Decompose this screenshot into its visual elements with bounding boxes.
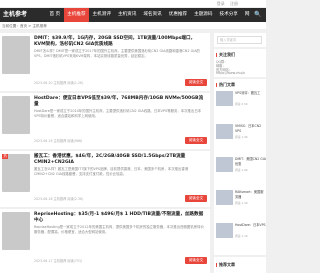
post-item: HostDare：便宜日本VPS低至$39/年，768MB内存/10GB NVM…	[0, 93, 210, 149]
read-more-button[interactable]: 阅读全文	[185, 195, 207, 202]
hot-article-meta: 阅读 1.9K	[235, 135, 248, 139]
post-excerpt: 搬瓦工怎么样？搬瓦工是美国IT7旗下的VPS品牌，目前提供香港、日本、美国多个机…	[34, 167, 189, 176]
hot-article-item[interactable]: RAKsmart：美国服务器 阅读 1.4K	[216, 190, 266, 209]
nav-item-tech[interactable]: 技术分享	[216, 8, 241, 22]
post-thumbnail[interactable]	[2, 96, 30, 134]
hot-article-title[interactable]: DMIT：美国CN2 GIA优惠	[235, 157, 266, 166]
post-meta: 2023-06-17 主机推荐 阅读(751)	[34, 259, 83, 263]
title-accent-bar	[216, 53, 217, 57]
post-thumbnail[interactable]	[2, 154, 30, 192]
nav-item-home[interactable]: 首 页	[46, 8, 64, 22]
main-navbar: 主机参考 首 页 主机推荐 主机测评 主机资讯 域名资讯 优惠推荐 主题源码 技…	[0, 8, 266, 22]
recommend-title-text: 推荐文章	[219, 262, 235, 267]
hot-article-item[interactable]: VMISS：日本CN2 VPS 阅读 1.9K	[216, 124, 266, 143]
hot-article-meta: 阅读 1.1K	[235, 234, 248, 238]
post-excerpt: RepriseHosting是一家成立于2012年的美国主机商，提供美国多个机房…	[34, 225, 204, 234]
hot-article-title[interactable]: RAKsmart：美国服务器	[235, 190, 266, 199]
post-excerpt: DMIT怎么样？DMIT是一家成立于2017年的国外主机商，主要提供美国洛杉矶C…	[34, 49, 200, 58]
search-input[interactable]: 输入关键词	[217, 36, 262, 44]
hot-article-item[interactable]: DMIT：美国CN2 GIA优惠 阅读 1.6K	[216, 157, 266, 176]
hot-article-item[interactable]: VPS测评：搬瓦工 阅读 2.5K	[216, 91, 266, 110]
hot-article-meta: 阅读 1.4K	[235, 201, 248, 205]
post-excerpt: HostDare是一家成立于2014年的国外主机商，主要提供洛杉矶CN2 GIA…	[34, 109, 202, 118]
post-item: RepriseHosting：$35/月-1 $496/月$ 1 HDD/TIB…	[0, 209, 210, 273]
hot-article-title[interactable]: HostDare：日本VPS	[235, 223, 266, 232]
post-title[interactable]: DMIT：$39.9/年，1G内存，20GB SSD空间，1TB流量/100Mb…	[34, 36, 206, 49]
post-item: DMIT：$39.9/年，1G内存，20GB SSD空间，1TB流量/100Mb…	[0, 33, 210, 91]
post-meta: 2023-06-18 主机推荐 阅读(2.3K)	[34, 197, 84, 201]
nav-item-deals[interactable]: 优惠推荐	[165, 8, 190, 22]
site-logo[interactable]: 主机参考	[3, 10, 39, 20]
nav-item-host-review[interactable]: 主机测评	[89, 8, 114, 22]
hot-article-thumbnail[interactable]	[216, 124, 233, 139]
contact-title-text: 关注我们	[219, 52, 235, 57]
post-title[interactable]: 搬瓦工：香港优惠，$46/年，2C/2GB/40GB SSD/1.5Gbps/2…	[34, 154, 206, 167]
hot-article-meta: 阅读 2.5K	[235, 102, 248, 106]
login-link[interactable]: 登录	[217, 1, 225, 6]
search-icon[interactable]: 🔍	[254, 11, 262, 19]
hot-article-item[interactable]: HostDare：日本VPS 阅读 1.1K	[216, 223, 266, 242]
breadcrumb: 当前位置：首页 > 主机推荐	[0, 22, 266, 30]
recommend-title: 推荐文章	[216, 262, 235, 268]
hot-title: 热门文章	[216, 82, 235, 88]
title-accent-bar	[216, 83, 217, 87]
title-accent-bar	[216, 263, 217, 267]
contact-title: 关注我们	[216, 52, 235, 58]
nav-item-host-news[interactable]: 主机资讯	[114, 8, 139, 22]
hot-articles-panel: 热门文章 VPS测评：搬瓦工 阅读 2.5K VMISS：日本CN2 VPS 阅…	[214, 79, 266, 255]
post-meta: 2023-06-20 主机推荐 阅读(1.2K)	[34, 81, 84, 85]
nav-item-more[interactable]: 网	[241, 8, 253, 22]
nav-item-domain-news[interactable]: 域名资讯	[140, 8, 165, 22]
contact-panel: 关注我们 QQ群： 邮箱： 官方网站： https://www.zhujic	[214, 49, 266, 77]
post-title[interactable]: RepriseHosting：$35/月-1 $496/月$ 1 HDD/TIB…	[34, 212, 206, 225]
hot-article-thumbnail[interactable]	[216, 223, 233, 238]
hot-article-thumbnail[interactable]	[216, 91, 233, 106]
post-title[interactable]: HostDare：便宜日本VPS低至$39/年，768MB内存/10GB NVM…	[34, 96, 206, 109]
hot-title-text: 热门文章	[219, 82, 235, 87]
search-panel: 输入关键词	[214, 33, 266, 47]
top-bar: 登录 注册	[0, 0, 266, 8]
read-more-button[interactable]: 阅读全文	[185, 257, 207, 264]
post-meta: 2023-06-19 主机推荐 阅读(986)	[34, 139, 83, 143]
register-link[interactable]: 注册	[230, 1, 238, 6]
read-more-button[interactable]: 阅读全文	[185, 137, 207, 144]
hot-article-title[interactable]: VPS测评：搬瓦工	[235, 91, 266, 100]
contact-link[interactable]: https://www.zhujic	[216, 71, 245, 75]
read-more-button[interactable]: 阅读全文	[185, 79, 207, 86]
post-thumbnail[interactable]	[2, 212, 30, 250]
nav-menu: 首 页 主机推荐 主机测评 主机资讯 域名资讯 优惠推荐 主题源码 技术分享 网	[46, 8, 253, 22]
hot-article-title[interactable]: VMISS：日本CN2 VPS	[235, 124, 266, 133]
hot-article-meta: 阅读 1.6K	[235, 168, 248, 172]
post-item: 热 搬瓦工：香港优惠，$46/年，2C/2GB/40GB SSD/1.5Gbps…	[0, 151, 210, 207]
post-thumbnail[interactable]	[2, 36, 30, 74]
recommend-panel: 推荐文章	[214, 257, 266, 273]
user-links: 登录 注册	[213, 1, 238, 7]
nav-item-host-recommend[interactable]: 主机推荐	[63, 8, 90, 22]
hot-article-thumbnail[interactable]	[216, 190, 233, 205]
hot-article-thumbnail[interactable]	[216, 157, 233, 172]
nav-item-themes[interactable]: 主题源码	[191, 8, 216, 22]
hot-badge: 热	[2, 154, 9, 159]
